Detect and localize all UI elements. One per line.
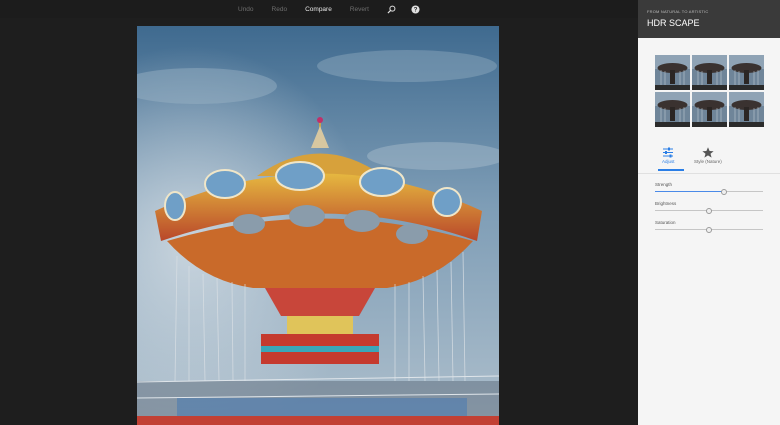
- revert-button[interactable]: Revert: [350, 6, 369, 13]
- slider-strength: Strength: [655, 182, 763, 195]
- slider-brightness-label: Brightness: [655, 201, 677, 206]
- panel-title: HDR SCAPE: [647, 18, 700, 28]
- preset-thumbnail-4[interactable]: [655, 92, 690, 127]
- slider-saturation-label: Saturation: [655, 220, 676, 225]
- slider-saturation-track[interactable]: [655, 226, 763, 233]
- help-icon[interactable]: ?: [411, 4, 421, 14]
- tab-adjust[interactable]: Adjust: [662, 145, 675, 164]
- slider-brightness: Brightness: [655, 201, 763, 214]
- filter-panel: FROM NATURAL TO ARTISTIC HDR SCAPE Adjus…: [638, 0, 780, 425]
- top-toolbar: Undo Redo Compare Revert ?: [0, 0, 638, 18]
- photo-editor-app: Undo Redo Compare Revert ? FROM NATURAL …: [0, 0, 780, 425]
- slider-strength-label: Strength: [655, 182, 673, 187]
- preset-thumbnail-5[interactable]: [692, 92, 727, 127]
- sliders-icon: [662, 145, 674, 158]
- compare-button[interactable]: Compare: [305, 6, 332, 13]
- tab-divider: [638, 173, 780, 174]
- preset-thumbnail-6[interactable]: [729, 92, 764, 127]
- slider-saturation: Saturation: [655, 220, 763, 233]
- editing-canvas: [0, 18, 638, 425]
- star-icon: [702, 145, 714, 158]
- tab-adjust-label: Adjust: [662, 159, 675, 164]
- slider-strength-fill: [655, 191, 725, 192]
- panel-tabs: Adjust Style (Nature): [638, 145, 780, 171]
- preset-thumbnail-1[interactable]: [655, 55, 690, 90]
- active-tab-indicator: [658, 169, 684, 171]
- preset-thumbnail-2[interactable]: [692, 55, 727, 90]
- undo-button[interactable]: Undo: [238, 6, 254, 13]
- redo-button[interactable]: Redo: [272, 6, 288, 13]
- slider-strength-handle[interactable]: [721, 188, 728, 195]
- slider-brightness-track[interactable]: [655, 207, 763, 214]
- magnifier-icon[interactable]: [387, 4, 397, 14]
- preset-thumbnail-3[interactable]: [729, 55, 764, 90]
- tab-style-label: Style (Nature): [694, 159, 722, 164]
- slider-saturation-handle[interactable]: [706, 226, 712, 233]
- toolbar-actions: Undo Redo Compare Revert ?: [238, 0, 435, 18]
- slider-brightness-handle[interactable]: [706, 207, 712, 214]
- photo-preview[interactable]: [137, 26, 499, 425]
- svg-text:?: ?: [414, 6, 418, 13]
- panel-subtitle: FROM NATURAL TO ARTISTIC: [647, 9, 709, 14]
- slider-strength-track[interactable]: [655, 188, 763, 195]
- preset-grid: [655, 55, 764, 128]
- tab-style[interactable]: Style (Nature): [694, 145, 722, 164]
- panel-header: FROM NATURAL TO ARTISTIC HDR SCAPE: [638, 0, 780, 38]
